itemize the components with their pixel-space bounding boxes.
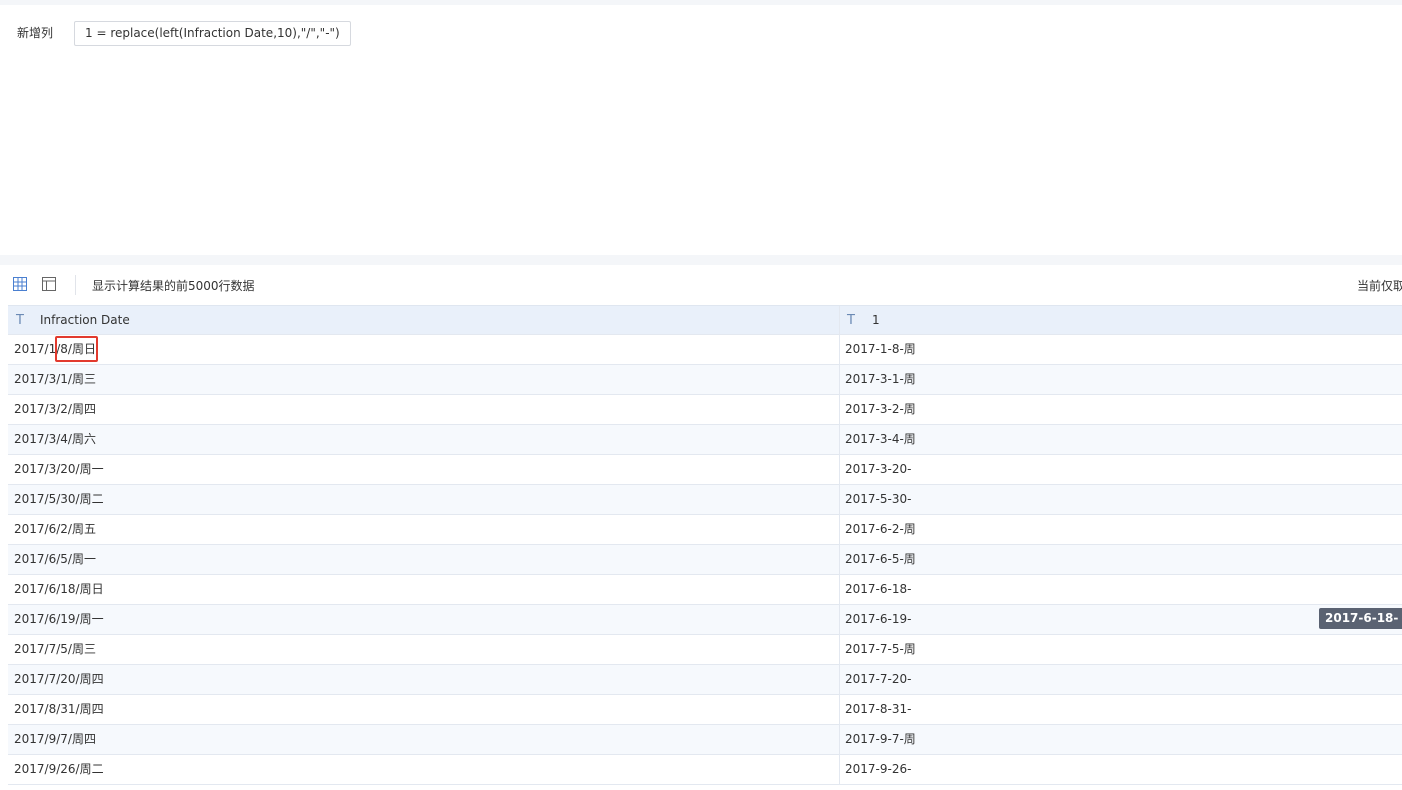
cell-col-1[interactable]: 2017-7-20-	[845, 665, 911, 694]
cell-col-1[interactable]: 2017-6-5-周	[845, 545, 916, 574]
cell-infraction-date[interactable]: 2017/6/18/周日	[14, 575, 104, 604]
column-header-infraction-date[interactable]: Infraction Date	[40, 306, 130, 335]
cell-col-1[interactable]: 2017-5-30-	[845, 485, 911, 514]
table-row: 2017/9/7/周四 2017-9-7-周	[8, 725, 1402, 755]
cell-col-1[interactable]: 2017-6-2-周	[845, 515, 916, 544]
cell-infraction-date[interactable]: 2017/9/26/周二	[14, 755, 104, 784]
column-divider	[839, 455, 840, 484]
cell-infraction-date[interactable]: 2017/1/8/周日	[14, 335, 96, 364]
table-row: 2017/6/18/周日 2017-6-18-	[8, 575, 1402, 605]
cell-col-1[interactable]: 2017-1-8-周	[845, 335, 916, 364]
data-table: T Infraction Date T 1 2017/1/8/周日 2017-1-…	[8, 305, 1402, 785]
column-divider	[839, 575, 840, 604]
cell-infraction-date[interactable]: 2017/3/1/周三	[14, 365, 96, 394]
table-header-row: T Infraction Date T 1	[8, 305, 1402, 335]
column-divider	[839, 605, 840, 634]
table-row: 2017/1/8/周日 2017-1-8-周	[8, 335, 1402, 365]
cell-infraction-date[interactable]: 2017/3/4/周六	[14, 425, 96, 454]
column-header-1[interactable]: 1	[872, 306, 880, 335]
table-row: 2017/3/4/周六 2017-3-4-周	[8, 425, 1402, 455]
cell-col-1[interactable]: 2017-9-26-	[845, 755, 911, 784]
column-divider	[839, 665, 840, 694]
table-row: 2017/3/20/周一 2017-3-20-	[8, 455, 1402, 485]
column-divider	[839, 485, 840, 514]
toolbar-divider	[75, 275, 76, 295]
column-divider	[839, 425, 840, 454]
column-divider	[839, 635, 840, 664]
column-divider[interactable]	[839, 306, 840, 334]
column-divider	[839, 515, 840, 544]
row-limit-info: 显示计算结果的前5000行数据	[92, 279, 255, 293]
table-row: 2017/9/26/周二 2017-9-26-	[8, 755, 1402, 785]
table-row: 2017/3/2/周四 2017-3-2-周	[8, 395, 1402, 425]
cell-tooltip: 2017-6-18-	[1319, 608, 1402, 629]
cell-col-1[interactable]: 2017-3-20-	[845, 455, 911, 484]
column-divider	[839, 695, 840, 724]
table-row: 2017/7/20/周四 2017-7-20-	[8, 665, 1402, 695]
preview-panel: 显示计算结果的前5000行数据 当前仅取 T Infraction Date T…	[0, 265, 1402, 790]
formula-panel: 新增列 1 = replace(left(Infraction Date,10)…	[0, 5, 1402, 255]
table-row: 2017/6/19/周一 2017-6-19-	[8, 605, 1402, 635]
table-row: 2017/6/5/周一 2017-6-5-周	[8, 545, 1402, 575]
column-divider	[839, 725, 840, 754]
cell-col-1[interactable]: 2017-6-19-	[845, 605, 911, 634]
text-type-icon: T	[16, 313, 24, 328]
column-divider	[839, 545, 840, 574]
cell-infraction-date[interactable]: 2017/6/19/周一	[14, 605, 104, 634]
column-divider	[839, 365, 840, 394]
cell-infraction-date[interactable]: 2017/6/2/周五	[14, 515, 96, 544]
cell-infraction-date[interactable]: 2017/7/5/周三	[14, 635, 96, 664]
cell-infraction-date[interactable]: 2017/7/20/周四	[14, 665, 104, 694]
table-row: 2017/3/1/周三 2017-3-1-周	[8, 365, 1402, 395]
layout-panel-icon[interactable]	[42, 277, 56, 291]
cell-infraction-date[interactable]: 2017/5/30/周二	[14, 485, 104, 514]
cell-infraction-date[interactable]: 2017/6/5/周一	[14, 545, 96, 574]
cell-infraction-date[interactable]: 2017/9/7/周四	[14, 725, 96, 754]
cell-col-1[interactable]: 2017-9-7-周	[845, 725, 916, 754]
table-row: 2017/6/2/周五 2017-6-2-周	[8, 515, 1402, 545]
column-divider	[839, 755, 840, 784]
cell-col-1[interactable]: 2017-7-5-周	[845, 635, 916, 664]
cell-col-1[interactable]: 2017-6-18-	[845, 575, 911, 604]
column-divider	[839, 395, 840, 424]
table-row: 2017/5/30/周二 2017-5-30-	[8, 485, 1402, 515]
new-column-label: 新增列	[17, 26, 54, 40]
cell-col-1[interactable]: 2017-3-1-周	[845, 365, 916, 394]
column-divider	[839, 335, 840, 364]
current-limit-text: 当前仅取	[1357, 279, 1402, 293]
preview-toolbar: 显示计算结果的前5000行数据 当前仅取	[0, 265, 1402, 305]
cell-col-1[interactable]: 2017-8-31-	[845, 695, 911, 724]
formula-input[interactable]: 1 = replace(left(Infraction Date,10),"/"…	[74, 21, 351, 46]
cell-infraction-date[interactable]: 2017/3/2/周四	[14, 395, 96, 424]
cell-infraction-date[interactable]: 2017/3/20/周一	[14, 455, 104, 484]
text-type-icon: T	[847, 313, 855, 328]
cell-infraction-date[interactable]: 2017/8/31/周四	[14, 695, 104, 724]
table-grid-icon[interactable]	[13, 277, 27, 291]
cell-col-1[interactable]: 2017-3-4-周	[845, 425, 916, 454]
cell-col-1[interactable]: 2017-3-2-周	[845, 395, 916, 424]
table-row: 2017/7/5/周三 2017-7-5-周	[8, 635, 1402, 665]
table-row: 2017/8/31/周四 2017-8-31-	[8, 695, 1402, 725]
